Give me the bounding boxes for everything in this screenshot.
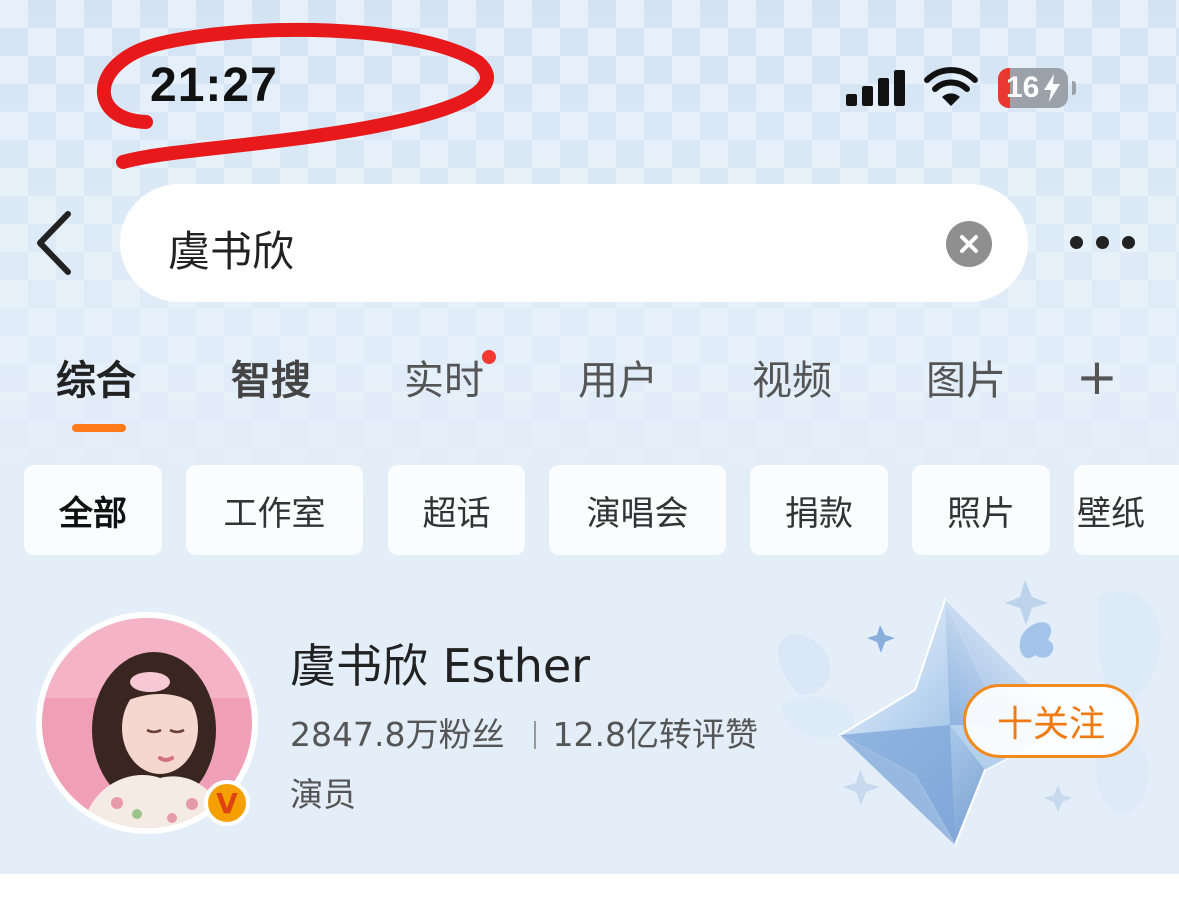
wifi-icon (924, 67, 978, 106)
status-bar: 21:27 16 (0, 0, 1179, 170)
status-time: 21:27 (150, 59, 278, 112)
back-arrow-icon[interactable] (30, 208, 80, 278)
user-role: 演员 (290, 775, 356, 814)
interaction-count: 12.8亿转评赞 (552, 715, 758, 754)
tab-realtime[interactable]: 实时 (404, 348, 496, 406)
user-name[interactable]: 虞书欣 Esther (290, 630, 590, 696)
results-list-top (0, 874, 1179, 914)
chip-donation[interactable]: 捐款 (750, 465, 888, 555)
chip-studio[interactable]: 工作室 (186, 465, 363, 555)
filter-chips: 全部 工作室 超话 演唱会 捐款 照片 壁纸 (0, 465, 1179, 555)
tab-videos[interactable]: 视频 (752, 348, 832, 406)
add-tab-button[interactable]: + (1076, 352, 1118, 402)
active-tab-indicator (72, 424, 126, 432)
chip-all[interactable]: 全部 (24, 465, 162, 555)
tab-smart-search[interactable]: 智搜 (231, 348, 311, 406)
chip-super-topic[interactable]: 超话 (388, 465, 525, 555)
battery-level: 16 (1006, 71, 1040, 104)
verified-badge: V (204, 780, 250, 826)
chip-concert[interactable]: 演唱会 (549, 465, 726, 555)
tab-comprehensive[interactable]: 综合 (56, 348, 136, 406)
follow-button[interactable]: 十关注 (963, 684, 1139, 758)
cellular-signal-icon (846, 70, 906, 106)
more-icon[interactable] (1070, 236, 1140, 250)
battery-charging-icon: 16 (998, 68, 1076, 108)
stats-divider (534, 721, 537, 749)
search-tabs: 综合 智搜 实时 用户 视频 图片 (0, 348, 1179, 438)
chip-wallpaper[interactable]: 壁纸 (1074, 465, 1179, 555)
search-input[interactable]: 虞书欣 (168, 218, 294, 279)
chip-photos[interactable]: 照片 (912, 465, 1050, 555)
user-stats: 2847.8万粉丝 12.8亿转评赞 (290, 708, 758, 756)
bolt-icon (1044, 74, 1060, 102)
clear-icon[interactable] (946, 221, 992, 267)
follower-count: 2847.8万粉丝 (290, 715, 505, 754)
search-bar[interactable]: 虞书欣 (120, 184, 1028, 302)
tab-users[interactable]: 用户 (578, 348, 658, 406)
tab-pictures[interactable]: 图片 (926, 348, 1006, 406)
notification-dot (482, 350, 496, 364)
